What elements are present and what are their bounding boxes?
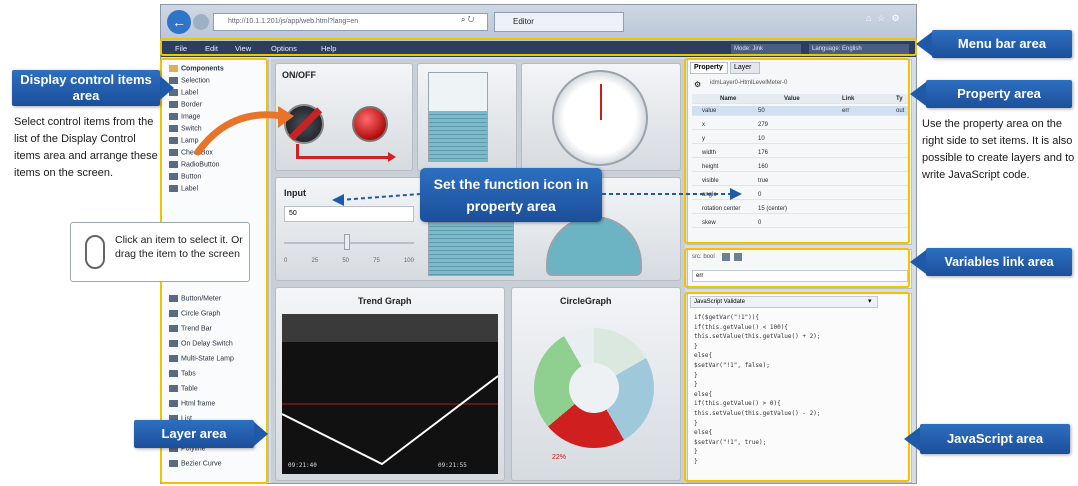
callout-property-area: Property area xyxy=(926,80,1072,108)
slider-tick: 75 xyxy=(373,258,380,264)
back-arrow-icon[interactable]: ← xyxy=(167,10,191,34)
callout-layer-area: Layer area xyxy=(134,420,254,448)
browser-tab[interactable]: Editor xyxy=(494,12,624,32)
gauge-widget[interactable] xyxy=(521,63,681,171)
display-description: Select control items from the list of th… xyxy=(14,116,158,179)
donut-hole xyxy=(569,363,619,413)
level-meter-widget[interactable] xyxy=(417,63,517,171)
circle-title: CircleGraph xyxy=(560,296,612,306)
refresh-icon[interactable]: ⌕ ↻ xyxy=(461,15,474,25)
level-meter-2 xyxy=(428,222,514,276)
highlight-variables xyxy=(684,248,910,288)
highlight-javascript xyxy=(684,292,910,482)
dashed-arrows xyxy=(332,188,742,206)
red-lamp[interactable] xyxy=(352,106,388,142)
donut-chart xyxy=(534,328,654,448)
callout-pointer-icon xyxy=(910,250,926,274)
click-hint-box: Click an item to select it. Or drag the … xyxy=(70,222,250,282)
trend-graph-widget[interactable]: Trend Graph 09:21:40 09:21:55 xyxy=(275,287,505,481)
callout-pointer-icon xyxy=(254,422,268,446)
trend-title: Trend Graph xyxy=(358,296,412,306)
circle-graph-widget[interactable]: CircleGraph 22% xyxy=(511,287,681,481)
trend-time-end: 09:21:55 xyxy=(438,462,467,469)
highlight-menu-bar xyxy=(160,38,917,56)
forward-arrow-icon[interactable] xyxy=(193,14,209,30)
trend-lines xyxy=(282,375,498,466)
callout-pointer-icon xyxy=(916,32,932,56)
drag-arrow xyxy=(194,106,294,156)
callout-pointer-icon xyxy=(910,82,926,106)
window-controls[interactable]: ⌂☆⚙ xyxy=(866,13,906,24)
design-canvas[interactable]: ON/OFF Input 50 0 25 50 75 100 Trend Gra… xyxy=(271,59,685,483)
onoff-title: ON/OFF xyxy=(282,70,316,80)
trend-plot: 09:21:40 09:21:55 xyxy=(282,314,498,474)
slider-tick: 25 xyxy=(311,258,319,264)
level-meter-tube xyxy=(428,72,488,162)
property-description: Use the property area on the right side … xyxy=(922,118,1075,181)
slider-ticks: 0 25 50 75 100 xyxy=(284,258,414,264)
trend-time-start: 09:21:40 xyxy=(288,462,317,469)
callout-javascript-area: JavaScript area xyxy=(920,424,1070,454)
click-hint-text: Click an item to select it. Or drag the … xyxy=(115,234,243,260)
red-arrow xyxy=(296,156,390,159)
mouse-icon xyxy=(85,235,105,269)
slider-tick: 50 xyxy=(342,258,349,264)
slider-handle[interactable] xyxy=(344,234,350,250)
gauge-2 xyxy=(546,216,642,276)
input-title: Input xyxy=(284,188,306,198)
address-bar[interactable]: http://10.1.1.201/js/app/web.html?lang=e… xyxy=(213,13,488,31)
slider-tick: 100 xyxy=(403,258,414,264)
gauge-dial xyxy=(552,70,648,166)
arrow-head-icon xyxy=(388,152,396,162)
level-meter-fill xyxy=(429,111,487,161)
callout-display-control: Display control items area xyxy=(12,70,160,106)
callout-pointer-icon xyxy=(160,76,174,100)
callout-pointer-icon xyxy=(904,427,920,451)
gauge-needle xyxy=(600,84,602,120)
callout-variables-link: Variables link area xyxy=(926,248,1072,276)
slider-tick: 0 xyxy=(284,258,288,264)
donut-pct: 22% xyxy=(552,454,567,461)
callout-menu-bar: Menu bar area xyxy=(932,30,1072,58)
